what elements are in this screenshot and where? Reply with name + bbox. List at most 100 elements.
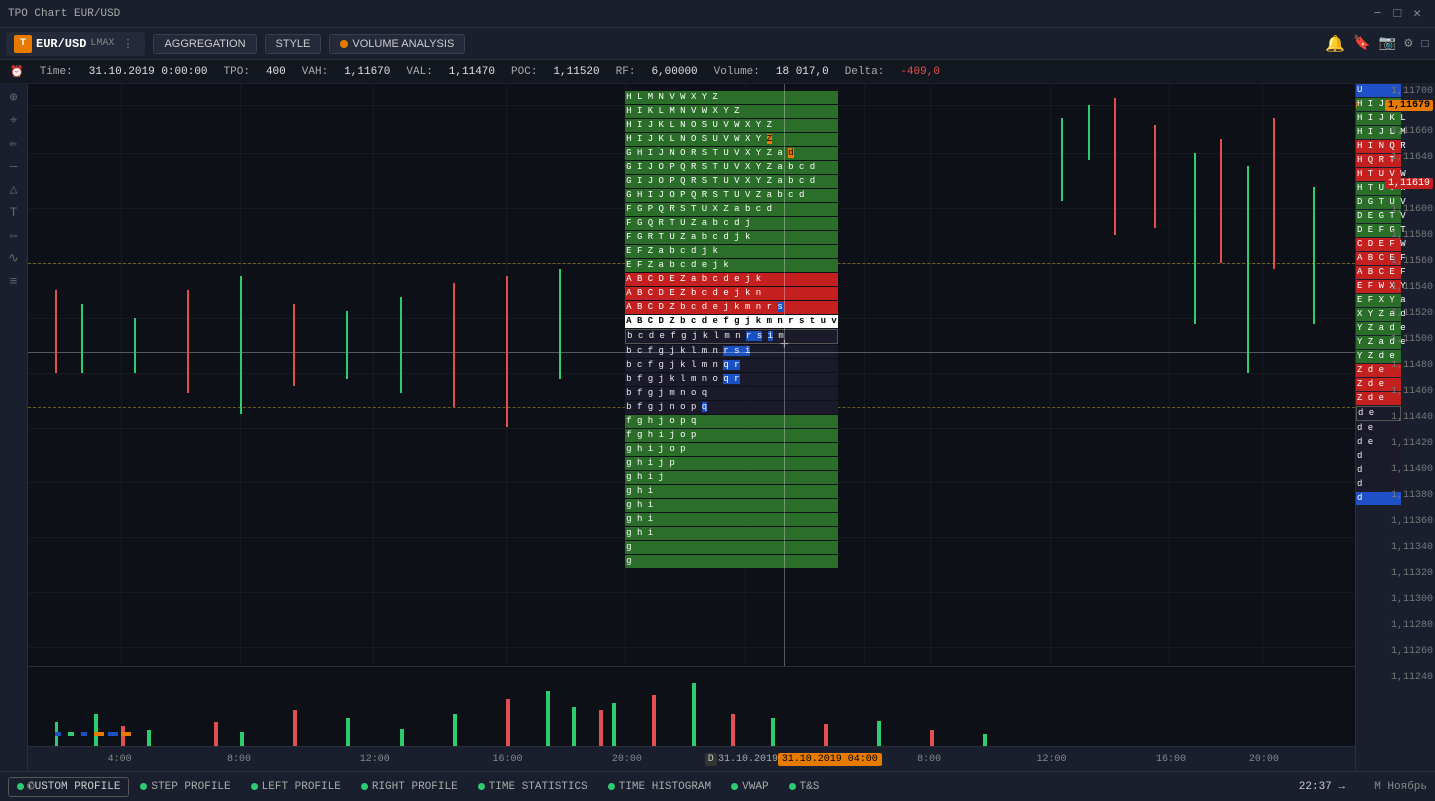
price-11540: 1,11540 [1391,282,1433,293]
tpo-row: b c f g j k l m n r s i [625,345,838,358]
minimize-btn[interactable]: − [1368,6,1388,21]
price-11420: 1,11420 [1391,438,1433,449]
vol-bar [214,722,218,746]
mini-tpo-marker [55,732,61,736]
tpo-row: b f g j k l m n o q r [625,373,838,386]
mini-volume-chart[interactable] [28,666,1355,746]
measure-icon[interactable]: ⇔ [10,228,18,243]
price-11400: 1,11400 [1391,464,1433,475]
tpo-row: A B C D E Z b c d e j k n [625,287,838,300]
time-statistics-tab[interactable]: TIME STATISTICS [469,777,597,797]
vwap-tab[interactable]: VWAP [722,777,777,797]
left-profile-tab[interactable]: LEFT PROFILE [242,777,350,797]
price-11679-current: 1,11679 [1385,100,1433,111]
ts-dot [789,783,796,790]
price-11460: 1,11460 [1391,386,1433,397]
bottom-settings-icon[interactable]: ⚙ [27,778,35,795]
pencil-icon[interactable]: ✏ [10,136,18,151]
delta-label: Delta: [845,66,885,78]
vol-bar [572,707,576,747]
crosshair-icon[interactable]: ⌖ [10,113,17,128]
time-400: 4:00 [108,754,132,765]
price-11360: 1,11360 [1391,516,1433,527]
vol-bar [346,718,350,746]
tpo-row: g h i [625,485,838,498]
bottom-bar: CUSTOM PROFILE STEP PROFILE LEFT PROFILE… [0,771,1435,801]
info-row: ⏰ Time: 31.10.2019 0:00:00 TPO: 400 VAH:… [0,60,1435,84]
tpo-row: g h i [625,513,838,526]
candle [81,304,83,373]
close-btn[interactable]: ✕ [1407,6,1427,21]
ruler-icon[interactable]: △ [10,182,18,197]
tpo-row: H I K L M N V W X Y Z [625,105,838,118]
right-profile-label: RIGHT PROFILE [372,781,458,793]
camera-icon[interactable]: 📷 [1379,35,1396,52]
tpo-value: 400 [266,66,286,78]
layers-icon[interactable]: ≡ [10,274,18,289]
volume-analysis-button[interactable]: VOLUME ANALYSIS [329,34,465,54]
fib-icon[interactable]: ∿ [8,251,19,266]
vol-bar [771,718,775,746]
ts-label: T&S [800,781,820,793]
candle [1114,98,1116,235]
time-histogram-tab[interactable]: TIME HISTOGRAM [599,777,720,797]
tpo-row: G I J O P Q R S T U V X Y Z a b c d [625,175,838,188]
custom-profile-label: CUSTOM PROFILE [28,781,120,793]
time-value: 31.10.2019 0:00:00 [89,66,208,78]
main-toolbar: T EUR/USD LMAX ⋮ AGGREGATION STYLE VOLUM… [0,28,1435,60]
tpo-row: f g h i j o p [625,429,838,442]
tpo-row: f g h j o p q [625,415,838,428]
volume-value: 18 017,0 [776,66,829,78]
candle [1247,166,1249,372]
bookmark-icon[interactable]: 🔖 [1353,35,1370,52]
tpo-row: g h i j [625,471,838,484]
price-11260: 1,11260 [1391,646,1433,657]
mini-tpo-marker [94,732,104,736]
step-profile-dot [140,783,147,790]
candle [1220,139,1222,263]
price-11700: 1,11700 [1391,86,1433,97]
tpo-row: F G Q R T U Z a b c d j [625,217,838,230]
vol-bar [930,730,934,746]
tpo-row: g h i [625,527,838,540]
right-profile-tab[interactable]: RIGHT PROFILE [352,777,467,797]
bottom-month: М Ноябрь [1374,781,1427,793]
alert-icon[interactable]: 🔔 [1325,34,1345,54]
vwap-dot [731,783,738,790]
vol-bar [652,695,656,746]
candle [346,311,348,380]
app-title: TPO Chart EUR/USD [8,8,120,20]
rf-label: RF: [616,66,636,78]
tpo-row: b c f g j k l m n q r [625,359,838,372]
custom-profile-dot [17,783,24,790]
time-statistics-dot [478,783,485,790]
maximize-btn[interactable]: □ [1387,6,1407,21]
candle [559,269,561,379]
price-11280: 1,11280 [1391,620,1433,631]
time-histogram-label: TIME HISTOGRAM [619,781,711,793]
text-icon[interactable]: T [10,205,18,220]
layout-icon[interactable]: ☐ [1421,35,1429,52]
style-button[interactable]: STYLE [265,34,322,54]
price-arrow-right: ◄ [1355,98,1357,112]
symbol-block[interactable]: T EUR/USD LMAX ⋮ [6,32,145,56]
settings-icon[interactable]: ⚙ [1404,35,1412,52]
aggregation-button[interactable]: AGGREGATION [153,34,256,54]
tpo-row: G H I J O P Q R S T U V Z a b c d [625,189,838,202]
volume-label: Volume: [714,66,760,78]
time-1600: 16:00 [492,754,522,765]
line-icon[interactable]: — [10,159,18,174]
rf-value: 6,00000 [651,66,697,78]
vwap-label: VWAP [742,781,768,793]
tpo-row: A B C D Z b c d e j k m n r s [625,301,838,314]
vol-bar [983,734,987,746]
left-profile-dot [251,783,258,790]
ts-tab[interactable]: T&S [780,777,829,797]
tpo-poc-row: A B C D Z b c d e f g j k m n r s t u v [625,315,838,328]
price-11580: 1,11580 [1391,230,1433,241]
symbol-menu-icon[interactable]: ⋮ [118,37,137,51]
step-profile-tab[interactable]: STEP PROFILE [131,777,239,797]
cursor-tool-icon[interactable]: ⊕ [10,90,18,105]
time-2000: 20:00 [612,754,642,765]
val-value: 1,11470 [449,66,495,78]
